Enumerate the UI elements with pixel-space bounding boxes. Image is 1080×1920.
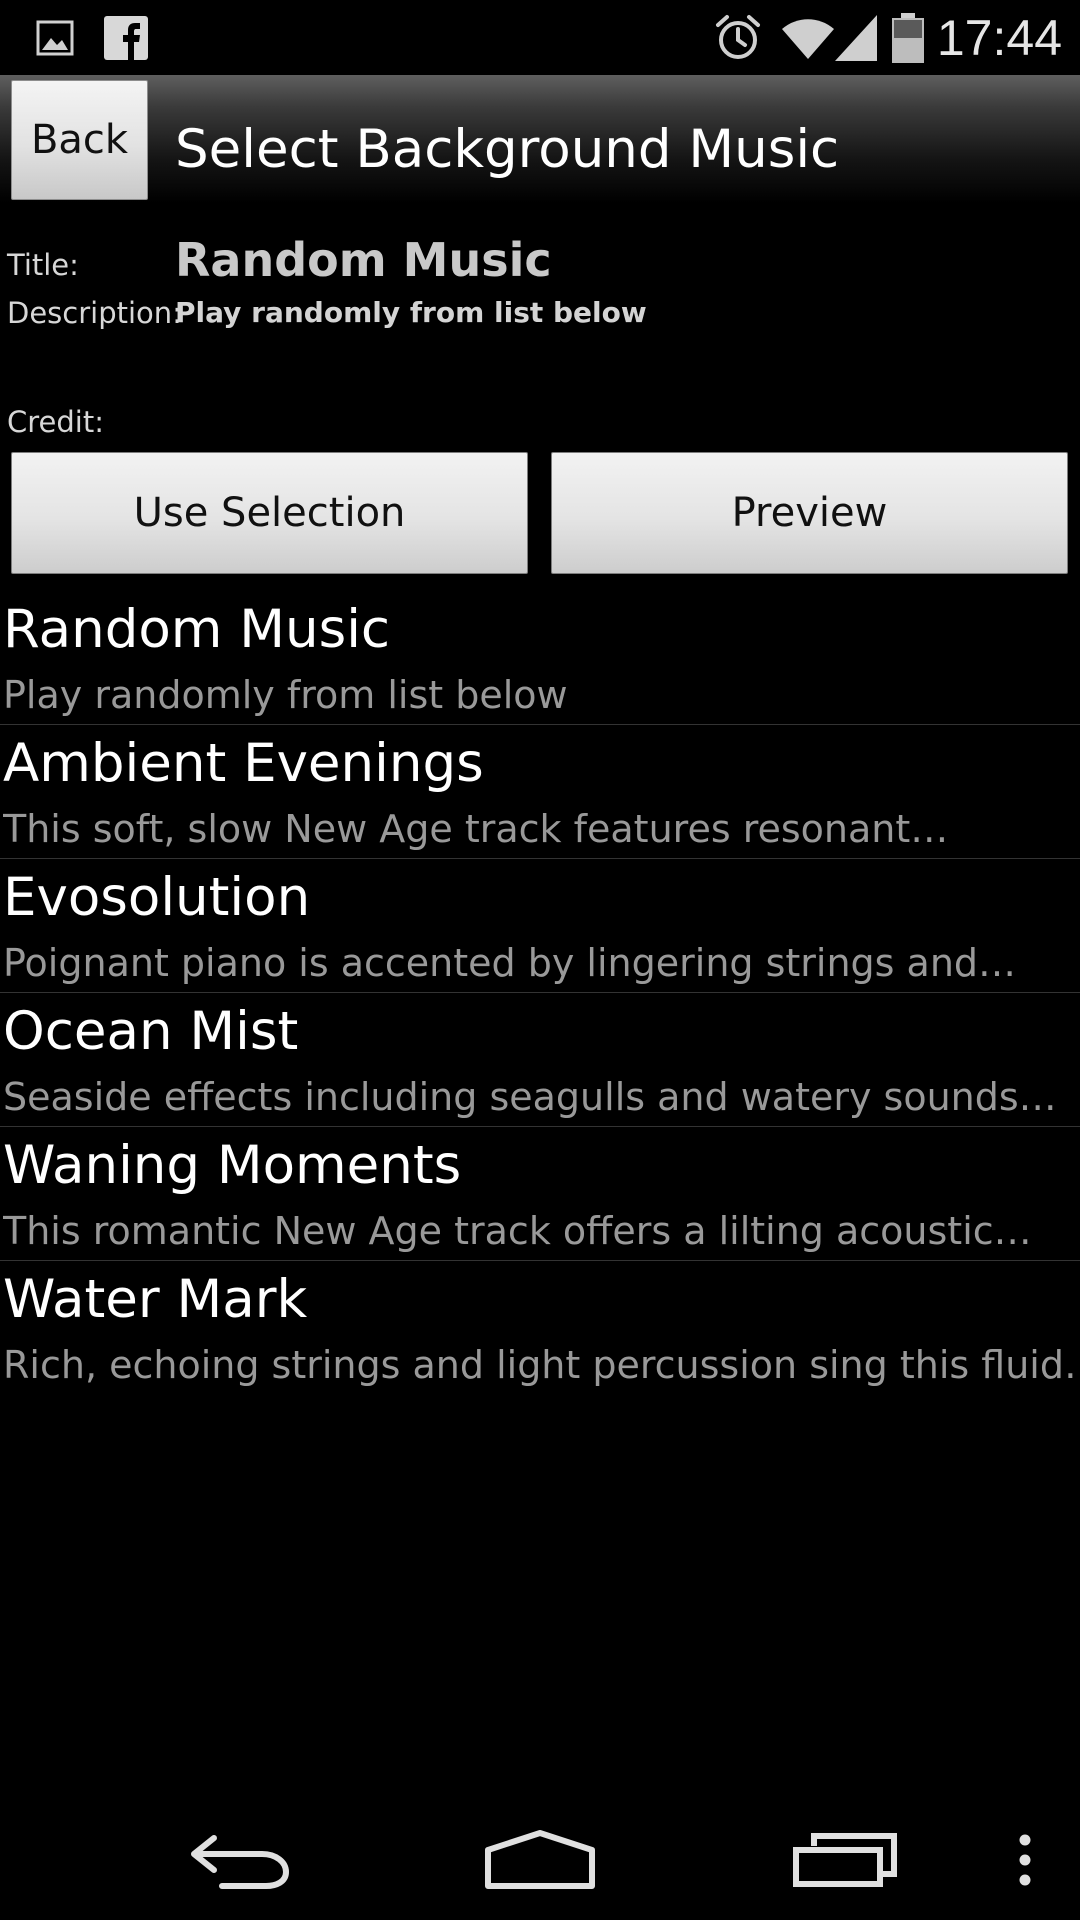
selected-description: Play randomly from list below xyxy=(175,296,647,329)
navigation-bar xyxy=(0,1800,1080,1920)
overflow-menu-icon[interactable] xyxy=(1000,1800,1050,1920)
music-description: Seaside effects including seagulls and w… xyxy=(3,1075,1057,1119)
status-time: 17:44 xyxy=(936,9,1062,66)
wifi-icon xyxy=(780,0,836,75)
credit-label: Credit: xyxy=(7,405,104,439)
back-nav-icon[interactable] xyxy=(170,1800,310,1920)
preview-button[interactable]: Preview xyxy=(551,452,1068,574)
selected-title: Random Music xyxy=(175,233,552,287)
back-button[interactable]: Back xyxy=(11,80,148,200)
music-list: Random Music Play randomly from list bel… xyxy=(0,591,1080,1395)
signal-icon xyxy=(835,0,877,75)
home-nav-icon[interactable] xyxy=(470,1800,610,1920)
music-description: Rich, echoing strings and light percussi… xyxy=(3,1343,1080,1387)
music-description: This romantic New Age track offers a lil… xyxy=(3,1209,1032,1253)
music-title: Ambient Evenings xyxy=(3,733,484,794)
use-selection-button[interactable]: Use Selection xyxy=(11,452,528,574)
list-item[interactable]: Random Music Play randomly from list bel… xyxy=(0,591,1080,725)
battery-icon xyxy=(892,0,924,75)
music-description: This soft, slow New Age track features r… xyxy=(3,807,949,851)
action-bar: Back Select Background Music xyxy=(0,75,1080,203)
title-label: Title: xyxy=(7,248,79,282)
music-title: Evosolution xyxy=(3,867,311,928)
screen: 17:44 Back Select Background Music Title… xyxy=(0,0,1080,1920)
description-label: Description: xyxy=(7,296,182,330)
music-title: Water Mark xyxy=(3,1269,308,1330)
status-bar: 17:44 xyxy=(0,0,1080,75)
facebook-icon xyxy=(104,0,148,75)
music-title: Random Music xyxy=(3,599,391,660)
list-item[interactable]: Waning Moments This romantic New Age tra… xyxy=(0,1127,1080,1261)
page-title: Select Background Music xyxy=(175,118,840,180)
music-title: Waning Moments xyxy=(3,1135,462,1196)
recents-nav-icon[interactable] xyxy=(775,1800,915,1920)
music-title: Ocean Mist xyxy=(3,1001,299,1062)
image-icon xyxy=(36,0,74,75)
music-description: Play randomly from list below xyxy=(3,673,568,717)
list-item[interactable]: Water Mark Rich, echoing strings and lig… xyxy=(0,1261,1080,1395)
music-description: Poignant piano is accented by lingering … xyxy=(3,941,1017,985)
alarm-icon xyxy=(714,0,762,75)
list-item[interactable]: Evosolution Poignant piano is accented b… xyxy=(0,859,1080,993)
list-item[interactable]: Ocean Mist Seaside effects including sea… xyxy=(0,993,1080,1127)
list-item[interactable]: Ambient Evenings This soft, slow New Age… xyxy=(0,725,1080,859)
